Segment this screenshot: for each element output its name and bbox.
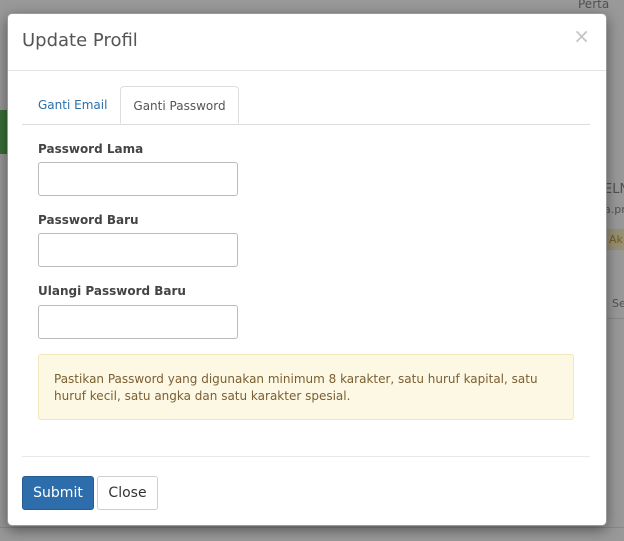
profile-tabs: Ganti Email Ganti Password bbox=[22, 86, 590, 125]
confirm-password-input[interactable] bbox=[38, 305, 238, 339]
close-icon[interactable]: × bbox=[573, 26, 590, 46]
modal-header: Update Profil × bbox=[8, 14, 606, 71]
update-profile-modal: Update Profil × Ganti Email Ganti Passwo… bbox=[7, 13, 607, 526]
modal-title: Update Profil bbox=[22, 30, 138, 51]
submit-button[interactable]: Submit bbox=[22, 476, 94, 510]
footer-divider bbox=[22, 456, 590, 457]
old-password-label: Password Lama bbox=[38, 142, 144, 156]
new-password-label: Password Baru bbox=[38, 213, 139, 227]
old-password-input[interactable] bbox=[38, 162, 238, 196]
confirm-password-label: Ulangi Password Baru bbox=[38, 284, 186, 298]
password-requirements-alert: Pastikan Password yang digunakan minimum… bbox=[38, 354, 574, 420]
new-password-input[interactable] bbox=[38, 233, 238, 267]
tab-ganti-password[interactable]: Ganti Password bbox=[120, 86, 239, 124]
close-button[interactable]: Close bbox=[97, 476, 158, 510]
tab-ganti-email[interactable]: Ganti Email bbox=[22, 86, 123, 124]
